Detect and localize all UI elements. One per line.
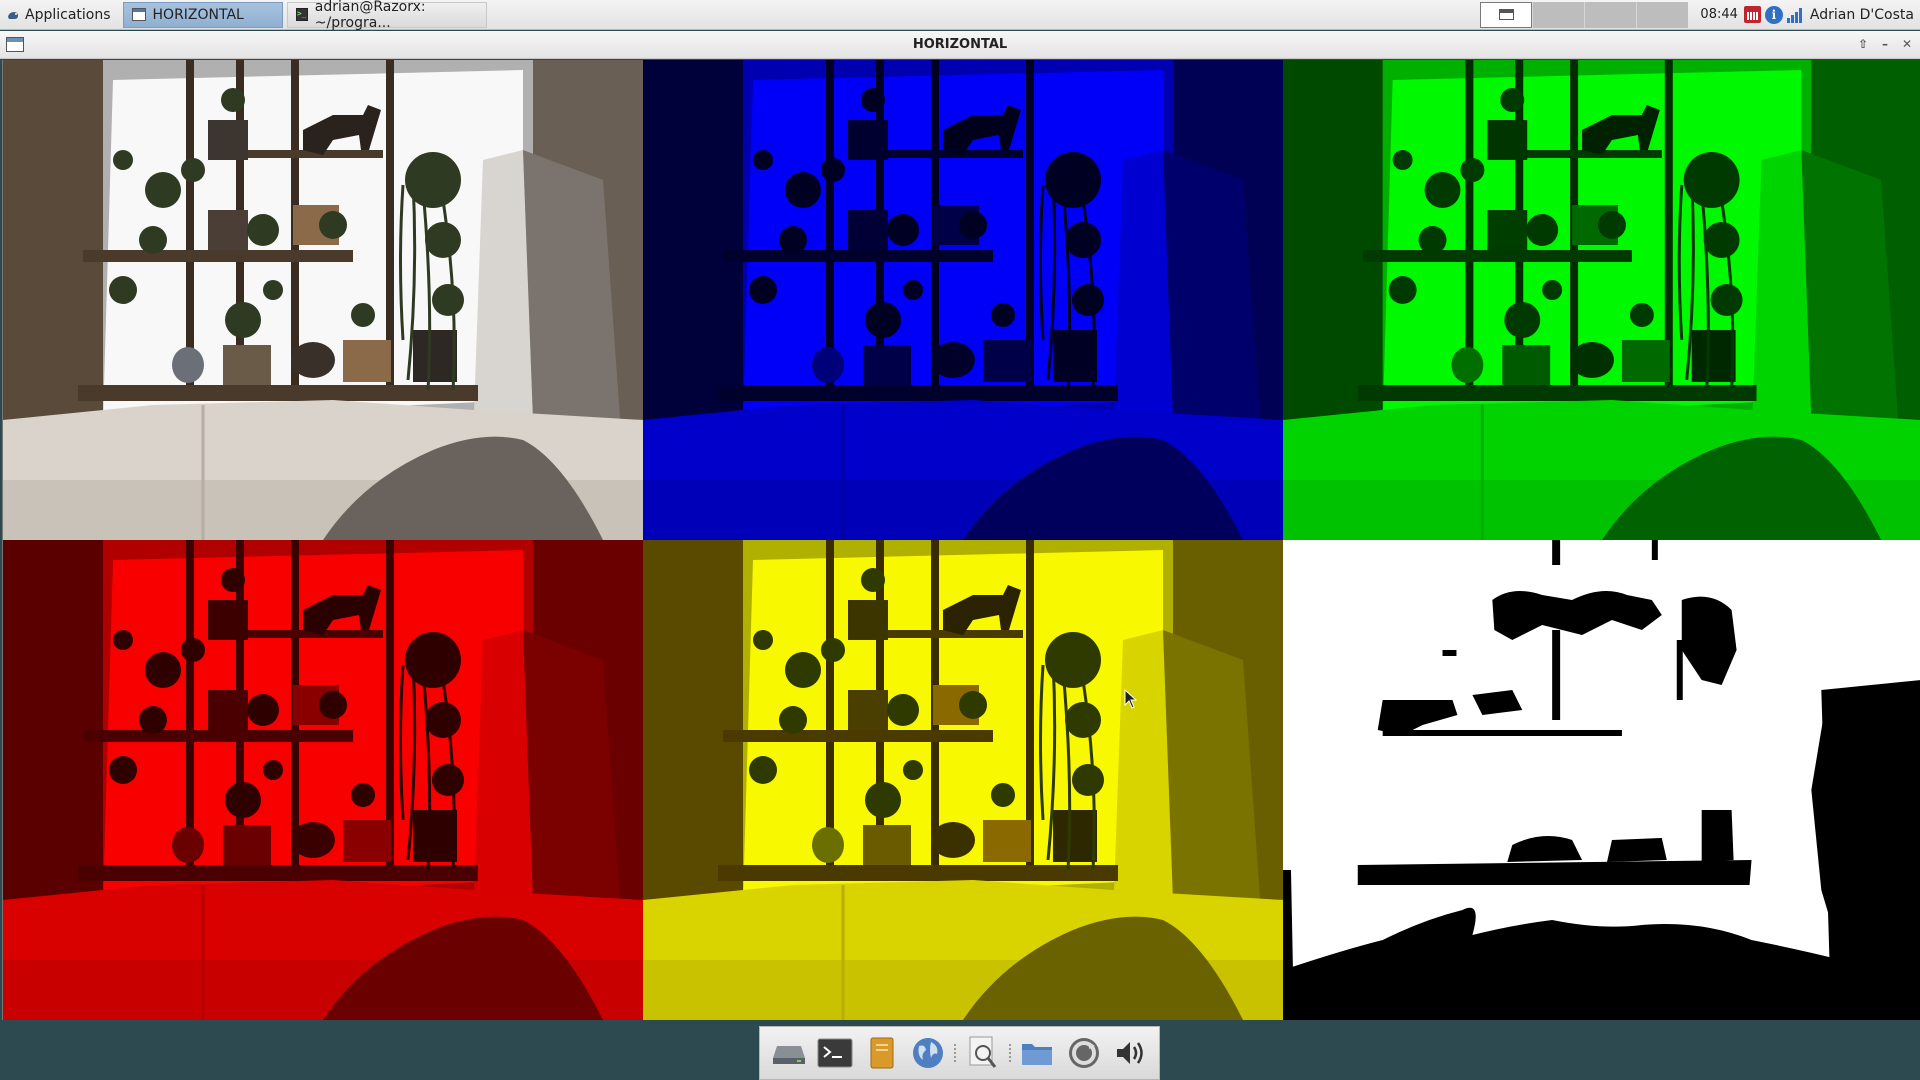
minimize-button[interactable]: –	[1876, 36, 1894, 52]
workspace-4[interactable]	[1636, 1, 1689, 28]
dock-item-notes[interactable]	[862, 1033, 902, 1073]
dock-item-drive[interactable]	[769, 1033, 809, 1073]
shade-button[interactable]: ⇧	[1854, 36, 1872, 52]
dock-separator	[954, 1044, 957, 1062]
workspace-switcher	[1480, 1, 1689, 28]
system-tray: i	[1743, 5, 1802, 24]
dock-separator	[1008, 1044, 1011, 1062]
window-titlebar: HORIZONTAL ⇧ – ✕	[0, 31, 1920, 59]
dock	[759, 1026, 1160, 1080]
window-controls: ⇧ – ✕	[1854, 36, 1916, 52]
info-icon[interactable]: i	[1764, 5, 1783, 24]
camera-frame-green	[1283, 60, 1920, 540]
folder-icon	[1022, 1044, 1053, 1065]
xfce-mouse-icon	[8, 11, 18, 19]
window-thumb-icon	[1498, 9, 1514, 20]
taskbar-item-label: adrian@Razorx: ~/progra...	[314, 0, 426, 31]
panel-original	[3, 60, 643, 540]
terminal-icon	[817, 1038, 853, 1068]
notes-icon	[870, 1037, 894, 1069]
search-icon	[969, 1036, 996, 1068]
calendar-icon[interactable]	[1743, 6, 1761, 23]
camera-frame-original	[3, 60, 643, 540]
camera-frame-blue	[643, 60, 1283, 540]
mouse-pointer-icon	[1124, 689, 1138, 709]
dock-item-web-browser[interactable]	[908, 1033, 948, 1073]
dock-item-terminal[interactable]	[815, 1033, 855, 1073]
clock[interactable]: 08:44	[1700, 7, 1737, 22]
user-menu[interactable]: Adrian D'Costa	[1810, 7, 1914, 23]
video-grid	[2, 60, 1920, 1020]
taskbar-item-label: HORIZONTAL	[152, 6, 244, 23]
update-icon	[1068, 1038, 1099, 1068]
applications-label: Applications	[25, 6, 111, 23]
top-panel: Applications HORIZONTAL >_ adrian@Razorx…	[0, 0, 1920, 31]
dock-item-volume[interactable]	[1110, 1033, 1150, 1073]
camera-frame-red	[3, 540, 643, 1020]
network-signal-icon[interactable]	[1786, 7, 1802, 23]
web-browser-icon	[913, 1038, 944, 1068]
workspace-1[interactable]	[1480, 1, 1533, 28]
window-title: HORIZONTAL	[912, 37, 1008, 52]
taskbar-item-terminal[interactable]: >_ adrian@Razorx: ~/progra...	[286, 0, 487, 31]
dock-item-update[interactable]	[1064, 1033, 1104, 1073]
volume-icon	[1116, 1042, 1143, 1064]
window-icon	[131, 8, 146, 21]
terminal-icon: >_	[295, 8, 308, 21]
dock-item-files[interactable]	[1017, 1033, 1057, 1073]
panel-red-channel	[3, 540, 643, 1020]
workspace-2[interactable]	[1532, 1, 1585, 28]
panel-blue-channel	[643, 60, 1283, 540]
panel-yellow-tint	[643, 540, 1283, 1020]
applications-menu-button[interactable]: Applications	[0, 1, 119, 29]
close-button[interactable]: ✕	[1898, 36, 1916, 52]
taskbar-item-horizontal[interactable]: HORIZONTAL	[122, 1, 283, 28]
dock-item-search[interactable]	[963, 1033, 1003, 1073]
panel-threshold	[1283, 540, 1920, 1020]
camera-frame-threshold	[1283, 540, 1920, 1020]
drive-icon	[773, 1046, 806, 1064]
panel-green-channel	[1283, 60, 1920, 540]
workspace-3[interactable]	[1584, 1, 1637, 28]
camera-frame-yellow	[643, 540, 1283, 1020]
